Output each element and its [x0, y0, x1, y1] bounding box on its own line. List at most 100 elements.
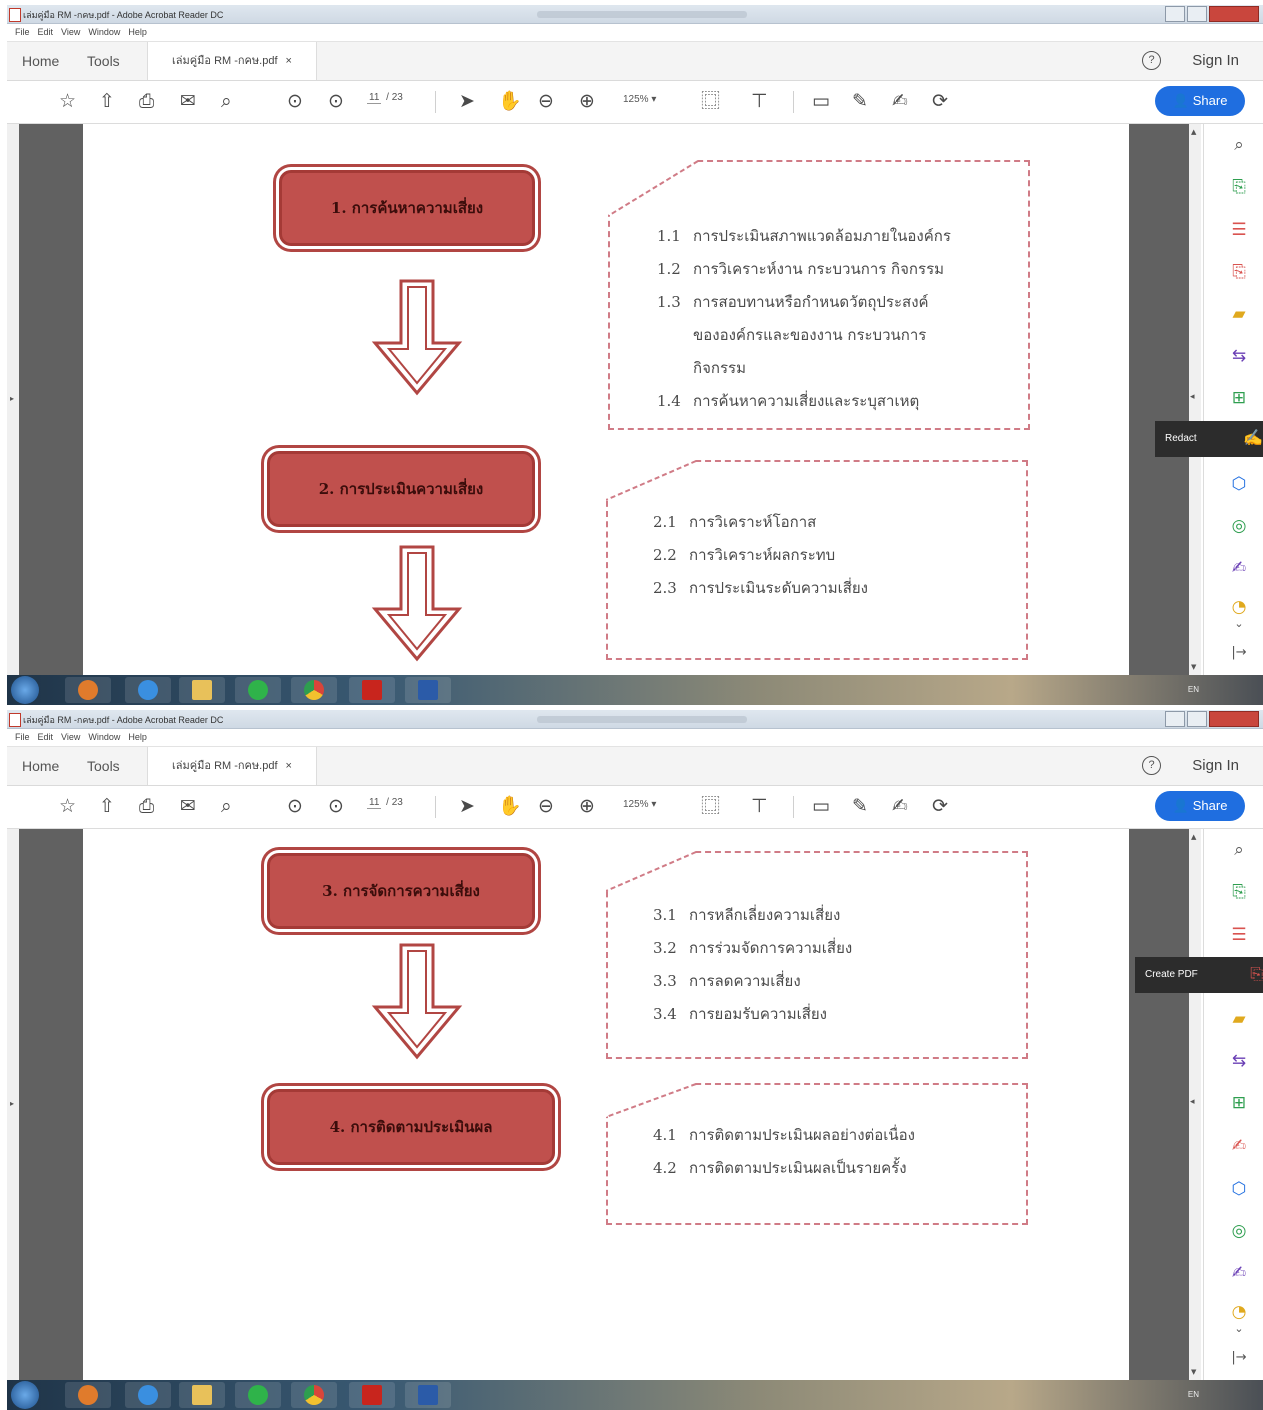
cloud-upload-icon[interactable]: ⇧: [99, 796, 115, 816]
menu-edit[interactable]: Edit: [38, 27, 54, 37]
taskbar-line[interactable]: [235, 677, 281, 703]
language-indicator[interactable]: EN: [1188, 1390, 1199, 1399]
chevron-down-icon[interactable]: ⌄: [1228, 1318, 1250, 1340]
menu-help[interactable]: Help: [128, 27, 147, 37]
share-button[interactable]: 👤 Share: [1155, 86, 1245, 116]
page-down-icon[interactable]: ⊙: [328, 796, 344, 816]
minimize-button[interactable]: [1165, 711, 1185, 727]
organize-icon[interactable]: ☰: [1228, 924, 1250, 946]
page-up-icon[interactable]: ⊙: [287, 796, 303, 816]
export-pdf-icon[interactable]: ⎘: [1228, 176, 1250, 198]
page-current[interactable]: 11: [367, 92, 382, 104]
star-icon[interactable]: ☆: [59, 91, 76, 111]
menu-window[interactable]: Window: [88, 732, 120, 742]
collapse-pane-icon[interactable]: ◂: [1190, 1097, 1195, 1107]
optimize-icon[interactable]: ◎: [1228, 1220, 1250, 1242]
comment-icon[interactable]: ▭: [812, 796, 830, 816]
sign-in-link[interactable]: Sign In: [1192, 757, 1239, 774]
menu-file[interactable]: File: [15, 27, 30, 37]
sign-in-link[interactable]: Sign In: [1192, 52, 1239, 69]
zoom-in-icon[interactable]: ⊕: [579, 91, 595, 111]
zoom-icon[interactable]: ⌕: [1228, 134, 1250, 156]
create-pdf-icon[interactable]: ⎘: [1228, 261, 1250, 283]
tab-home[interactable]: Home: [22, 42, 59, 80]
sign-icon[interactable]: ✍: [892, 91, 908, 111]
taskbar-acrobat[interactable]: [349, 677, 395, 703]
clock[interactable]: [1203, 1384, 1253, 1391]
maximize-button[interactable]: [1187, 6, 1207, 22]
fill-sign-icon[interactable]: ✍: [1228, 1262, 1250, 1284]
maximize-button[interactable]: [1187, 711, 1207, 727]
organize-icon[interactable]: ☰: [1228, 219, 1250, 241]
edit-pdf-icon[interactable]: ⊞: [1228, 387, 1250, 409]
redact-icon[interactable]: ✍: [1243, 421, 1263, 457]
clock[interactable]: [1203, 679, 1253, 686]
start-button[interactable]: [11, 1381, 39, 1409]
edit-pdf-icon[interactable]: ⊞: [1228, 1092, 1250, 1114]
comment-icon[interactable]: ▰: [1228, 1008, 1250, 1030]
taskbar-word[interactable]: [405, 677, 451, 703]
page-current[interactable]: 11: [367, 797, 382, 809]
optimize-icon[interactable]: ◎: [1228, 515, 1250, 537]
collapse-pane-icon[interactable]: ◂: [1190, 392, 1195, 402]
taskbar-explorer[interactable]: [179, 677, 225, 703]
select-cursor-icon[interactable]: ➤: [459, 796, 475, 816]
zoom-in-icon[interactable]: ⊕: [579, 796, 595, 816]
taskbar-chrome[interactable]: [291, 677, 337, 703]
menu-view[interactable]: View: [61, 27, 80, 37]
zoom-out-icon[interactable]: ⊖: [538, 91, 554, 111]
taskbar-explorer[interactable]: [179, 1382, 225, 1408]
export-pdf-icon[interactable]: ⎘: [1228, 881, 1250, 903]
start-button[interactable]: [11, 676, 39, 704]
hand-icon[interactable]: ✋: [498, 91, 522, 111]
taskbar-acrobat[interactable]: [349, 1382, 395, 1408]
taskbar-line[interactable]: [235, 1382, 281, 1408]
menu-view[interactable]: View: [61, 732, 80, 742]
scroll-down-icon[interactable]: ▼: [1191, 1368, 1196, 1376]
scroll-up-icon[interactable]: ▲: [1191, 128, 1196, 136]
redact-icon[interactable]: ✍: [1228, 1135, 1250, 1157]
share-button[interactable]: 👤 Share: [1155, 791, 1245, 821]
close-window-button[interactable]: [1209, 6, 1259, 22]
menu-help[interactable]: Help: [128, 732, 147, 742]
pane-pin-icon[interactable]: |→: [1228, 642, 1250, 664]
fit-page-icon[interactable]: ⿴: [701, 91, 720, 111]
taskbar-ie[interactable]: [125, 677, 171, 703]
protect-icon[interactable]: ⬡: [1228, 1178, 1250, 1200]
taskbar-chrome[interactable]: [291, 1382, 337, 1408]
zoom-dropdown[interactable]: 125% ▾: [623, 799, 656, 810]
taskbar-media-player[interactable]: [65, 677, 111, 703]
pen-icon[interactable]: ✎: [852, 796, 868, 816]
page-up-icon[interactable]: ⊙: [287, 91, 303, 111]
create-pdf-icon[interactable]: ⎘: [1250, 957, 1263, 993]
pane-pin-icon[interactable]: |→: [1228, 1347, 1250, 1369]
convert-icon[interactable]: ⇆: [1228, 1050, 1250, 1072]
page-number-field[interactable]: 11 / 23: [367, 92, 405, 104]
page-number-field[interactable]: 11 / 23: [367, 797, 405, 809]
cloud-upload-icon[interactable]: ⇧: [99, 91, 115, 111]
expand-left-panel-icon[interactable]: ▸: [10, 1099, 14, 1108]
close-tab-icon[interactable]: ×: [286, 760, 292, 772]
scroll-mode-icon[interactable]: ⊤: [751, 796, 768, 816]
zoom-icon[interactable]: ⌕: [1228, 839, 1250, 861]
expand-left-panel-icon[interactable]: ▸: [10, 394, 14, 403]
taskbar-word[interactable]: [405, 1382, 451, 1408]
scroll-up-icon[interactable]: ▲: [1191, 833, 1196, 841]
protect-icon[interactable]: ⬡: [1228, 473, 1250, 495]
taskbar-media-player[interactable]: [65, 1382, 111, 1408]
mail-icon[interactable]: ✉: [180, 91, 196, 111]
print-icon[interactable]: ⎙: [139, 91, 154, 111]
comment-icon[interactable]: ▭: [812, 91, 830, 111]
tab-document[interactable]: เล่มคู่มือ RM -กคษ.pdf ×: [147, 42, 317, 80]
star-icon[interactable]: ☆: [59, 796, 76, 816]
help-icon[interactable]: ?: [1142, 51, 1161, 70]
zoom-dropdown[interactable]: 125% ▾: [623, 94, 656, 105]
zoom-out-icon[interactable]: ⊖: [538, 796, 554, 816]
tab-tools[interactable]: Tools: [87, 42, 120, 80]
menu-edit[interactable]: Edit: [38, 732, 54, 742]
menu-window[interactable]: Window: [88, 27, 120, 37]
print-icon[interactable]: ⎙: [139, 796, 154, 816]
chevron-down-icon[interactable]: ⌄: [1228, 613, 1250, 635]
help-icon[interactable]: ?: [1142, 756, 1161, 775]
search-icon[interactable]: ⌕: [221, 91, 232, 111]
